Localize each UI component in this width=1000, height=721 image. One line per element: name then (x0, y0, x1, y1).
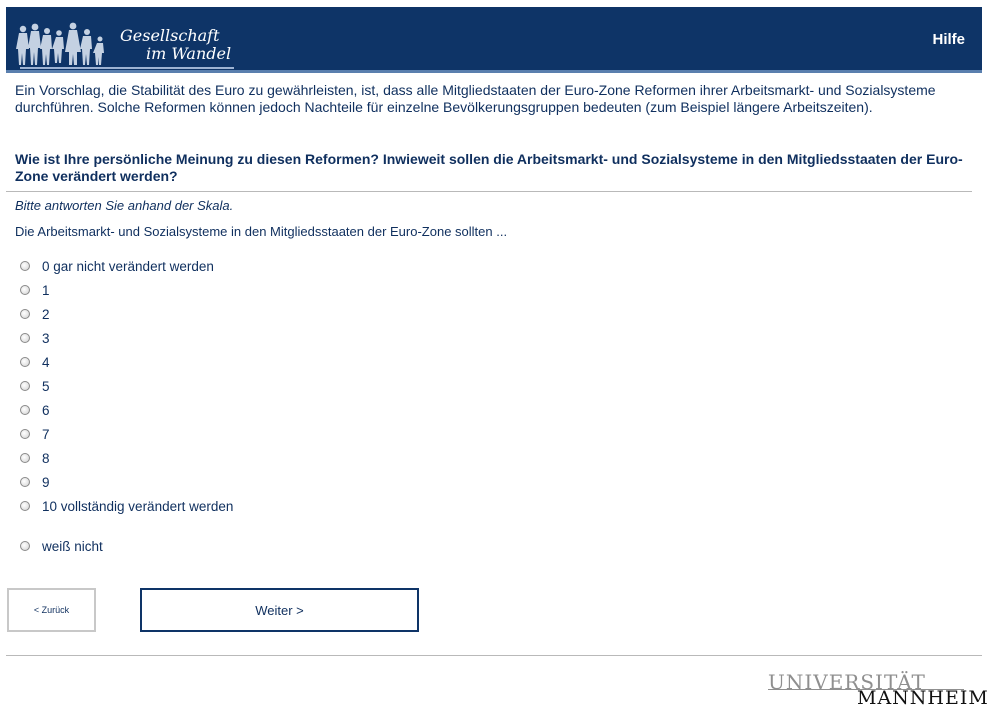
logo-title-line1: Gesellschaft (120, 26, 220, 45)
instruction-text: Bitte antworten Sie anhand der Skala. (15, 198, 234, 213)
option-6[interactable]: 6 (20, 400, 50, 420)
option-label: 2 (42, 306, 50, 322)
radio-button[interactable] (20, 261, 30, 271)
footer-divider (6, 655, 982, 656)
question-divider (6, 191, 972, 192)
university-logo-line2: MANNHEIM (857, 687, 989, 709)
option-2[interactable]: 2 (20, 304, 50, 324)
option-label: 9 (42, 474, 50, 490)
logo: Gesellschaft im Wandel (14, 15, 244, 69)
back-button[interactable]: < Zurück (7, 588, 96, 632)
radio-button[interactable] (20, 309, 30, 319)
option-label: 5 (42, 378, 50, 394)
help-link[interactable]: Hilfe (932, 31, 965, 48)
question-text: Wie ist Ihre persönliche Meinung zu dies… (15, 151, 963, 184)
option-label: 8 (42, 450, 50, 466)
radio-button[interactable] (20, 405, 30, 415)
next-button[interactable]: Weiter > (140, 588, 419, 632)
option-label: 4 (42, 354, 50, 370)
intro-text: Ein Vorschlag, die Stabilität des Euro z… (15, 82, 936, 115)
option-label: 0 gar nicht verändert werden (42, 258, 214, 274)
option-dont-know[interactable]: weiß nicht (20, 536, 103, 556)
option-10[interactable]: 10 vollständig verändert werden (20, 496, 233, 516)
radio-button[interactable] (20, 477, 30, 487)
radio-button[interactable] (20, 501, 30, 511)
option-7[interactable]: 7 (20, 424, 50, 444)
radio-button[interactable] (20, 453, 30, 463)
option-5[interactable]: 5 (20, 376, 50, 396)
option-4[interactable]: 4 (20, 352, 50, 372)
logo-underline (20, 67, 234, 69)
option-8[interactable]: 8 (20, 448, 50, 468)
radio-button[interactable] (20, 333, 30, 343)
option-label: 7 (42, 426, 50, 442)
header-bar: Gesellschaft im Wandel Hilfe (6, 7, 982, 70)
option-label: 3 (42, 330, 50, 346)
option-label: 10 vollständig verändert werden (42, 498, 234, 514)
radio-button[interactable] (20, 541, 30, 551)
header-divider (6, 70, 982, 73)
radio-button[interactable] (20, 357, 30, 367)
option-9[interactable]: 9 (20, 472, 50, 492)
option-label: weiß nicht (42, 538, 103, 554)
logo-title-line2: im Wandel (146, 44, 232, 63)
question-stem: Die Arbeitsmarkt- und Sozialsysteme in d… (15, 224, 508, 239)
option-0[interactable]: 0 gar nicht verändert werden (20, 256, 214, 276)
radio-button[interactable] (20, 381, 30, 391)
radio-button[interactable] (20, 285, 30, 295)
option-1[interactable]: 1 (20, 280, 50, 300)
option-label: 6 (42, 402, 50, 418)
radio-button[interactable] (20, 429, 30, 439)
option-3[interactable]: 3 (20, 328, 50, 348)
people-silhouette-icon (16, 22, 104, 65)
option-label: 1 (42, 282, 50, 298)
